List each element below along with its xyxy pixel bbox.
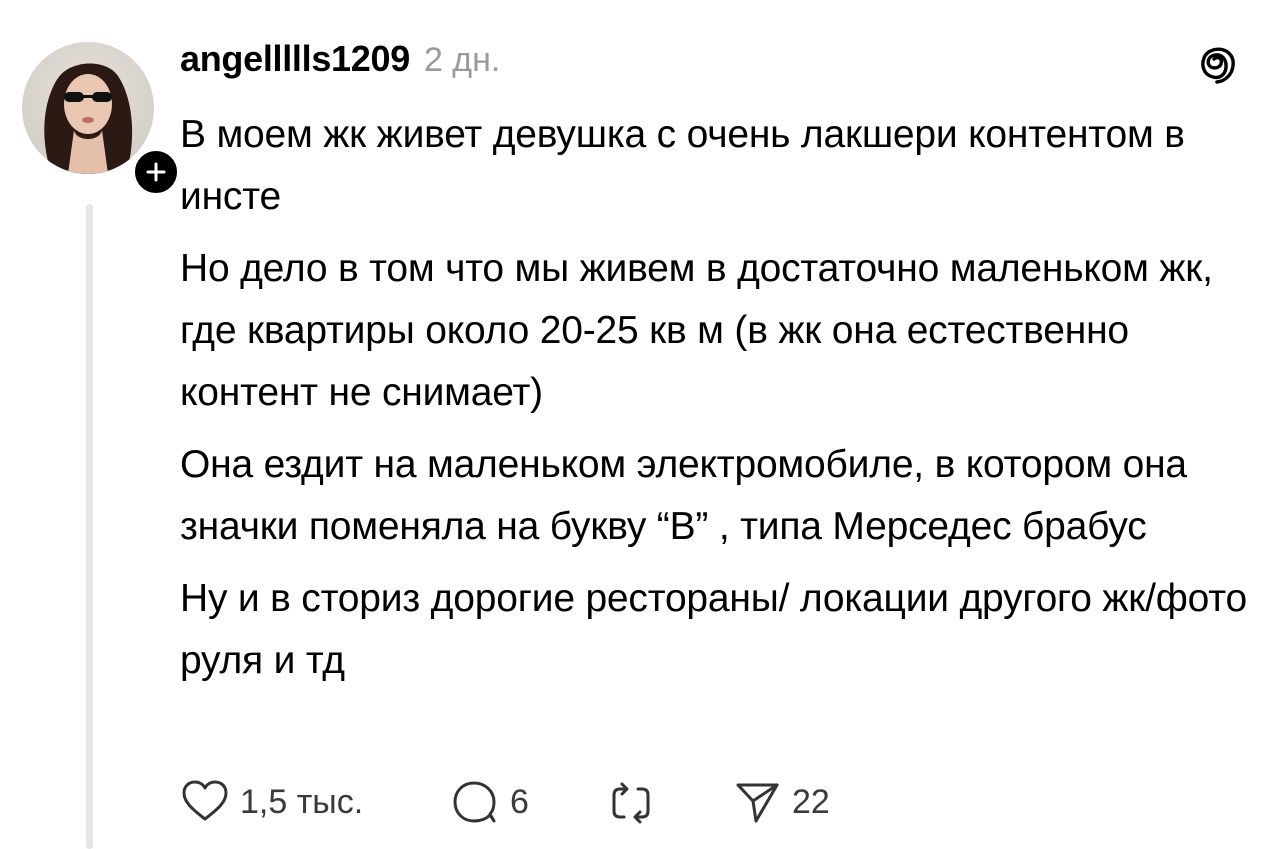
thread-post: angellllls1209 2 дн. В моем жк живет дев… bbox=[0, 0, 1280, 849]
post-timestamp: 2 дн. bbox=[423, 41, 501, 79]
thread-connector-line bbox=[86, 204, 93, 849]
heart-icon bbox=[182, 780, 228, 821]
reply-count: 6 bbox=[510, 782, 529, 821]
post-paragraph: Она ездит на маленьком электромобиле, в … bbox=[180, 443, 1187, 548]
plus-icon bbox=[146, 162, 166, 182]
follow-button[interactable] bbox=[130, 146, 182, 198]
send-icon bbox=[736, 783, 779, 823]
username-link[interactable]: angellllls1209 bbox=[180, 38, 410, 80]
avatar-container bbox=[22, 42, 182, 198]
threads-logo-icon bbox=[1201, 47, 1235, 84]
post-paragraph: Но дело в том что мы живем в достаточно … bbox=[180, 247, 1213, 414]
repost-icon bbox=[612, 782, 650, 824]
action-bar: 1,5 тыс. 6 22 bbox=[180, 774, 892, 830]
post-body: В моем жк живет девушка с очень лакшери … bbox=[180, 104, 1250, 702]
share-button[interactable]: 22 bbox=[732, 777, 892, 827]
like-button[interactable]: 1,5 тыс. bbox=[180, 777, 450, 827]
avatar-image bbox=[44, 63, 133, 174]
comment-icon bbox=[453, 781, 496, 823]
post-header: angellllls1209 2 дн. bbox=[180, 38, 500, 88]
post-paragraph: Ну и в сториз дорогие рестораны/ локации… bbox=[180, 577, 1247, 682]
reply-button[interactable]: 6 bbox=[450, 777, 606, 827]
repost-button[interactable] bbox=[606, 777, 732, 827]
share-count: 22 bbox=[792, 782, 830, 821]
like-count: 1,5 тыс. bbox=[240, 782, 364, 821]
avatar[interactable] bbox=[22, 42, 154, 174]
post-paragraph: В моем жк живет девушка с очень лакшери … bbox=[180, 113, 1185, 218]
